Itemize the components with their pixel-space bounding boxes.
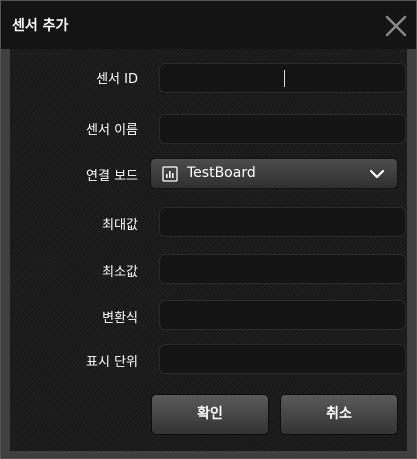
form-panel: 센서 ID 센서 이름 연결 보드 TestBoard 최대값 최소값 변환식 … [10, 49, 407, 451]
dialog-title: 센서 추가 [12, 18, 69, 34]
unit-input[interactable] [160, 345, 405, 373]
max-value-label: 최대값 [102, 218, 138, 233]
max-value-field[interactable] [159, 207, 406, 237]
close-icon [385, 15, 407, 37]
board-icon [162, 166, 178, 182]
formula-input[interactable] [160, 301, 405, 329]
min-value-field[interactable] [159, 254, 406, 284]
chevron-down-icon [369, 169, 385, 179]
unit-label: 표시 단위 [86, 355, 138, 370]
min-value-label: 최소값 [102, 265, 138, 280]
unit-field[interactable] [159, 344, 406, 374]
board-label: 연결 보드 [86, 169, 138, 184]
formula-field[interactable] [159, 300, 406, 330]
sensor-name-input[interactable] [160, 115, 405, 143]
max-value-input[interactable] [160, 208, 405, 236]
close-button[interactable] [384, 14, 408, 38]
confirm-button[interactable]: 확인 [151, 394, 269, 435]
board-select-value: TestBoard [187, 165, 256, 181]
min-value-input[interactable] [160, 255, 405, 283]
add-sensor-dialog: 센서 추가 센서 ID 센서 이름 연결 보드 TestBoard 최대값 최소… [0, 0, 417, 459]
title-bar: 센서 추가 [1, 1, 416, 49]
cancel-button[interactable]: 취소 [280, 394, 398, 435]
sensor-name-field[interactable] [159, 114, 406, 144]
sensor-id-field[interactable] [159, 63, 406, 93]
sensor-id-input[interactable] [160, 64, 405, 92]
board-select[interactable]: TestBoard [150, 158, 398, 189]
sensor-id-label: 센서 ID [96, 72, 138, 87]
sensor-name-label: 센서 이름 [86, 123, 138, 138]
text-caret [284, 70, 285, 87]
formula-label: 변환식 [102, 311, 138, 326]
